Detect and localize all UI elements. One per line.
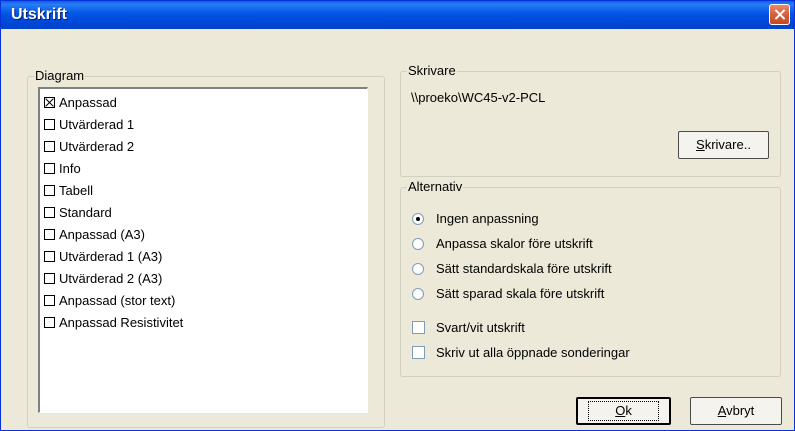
- printer-button[interactable]: Skrivare..: [678, 131, 769, 159]
- title-bar[interactable]: Utskrift: [1, 1, 794, 29]
- checkbox-label: Svart/vit utskrift: [436, 320, 525, 335]
- checkbox[interactable]: [412, 346, 425, 359]
- printer-group: Skrivare: [400, 63, 781, 177]
- checkbox[interactable]: [44, 163, 55, 174]
- ok-label: k: [625, 403, 632, 418]
- list-item-label: Standard: [59, 205, 112, 220]
- checkbox[interactable]: [44, 273, 55, 284]
- diagram-legend: Diagram: [34, 68, 86, 84]
- checkbox[interactable]: [44, 251, 55, 262]
- diagram-list[interactable]: Anpassad Utvärderad 1 Utvärderad 2 Info …: [38, 87, 368, 413]
- list-item-label: Anpassad (A3): [59, 227, 145, 242]
- close-icon[interactable]: [769, 4, 790, 25]
- checkbox[interactable]: [44, 119, 55, 130]
- printer-button-label: krivare..: [704, 137, 751, 152]
- radio-label: Ingen anpassning: [436, 211, 539, 226]
- print-dialog: Utskrift Diagram Anpassad Utvärderad 1 U…: [0, 0, 795, 431]
- options-legend: Alternativ: [407, 179, 464, 195]
- list-item-label: Info: [59, 161, 81, 176]
- checkbox[interactable]: [44, 97, 55, 108]
- checkbox-label: Skriv ut alla öppnade sonderingar: [436, 345, 630, 360]
- list-item-label: Utvärderad 2: [59, 139, 135, 154]
- list-item-label: Utvärderad 2 (A3): [59, 271, 163, 286]
- checkbox[interactable]: [44, 317, 55, 328]
- printer-button-mnemonic: S: [696, 137, 705, 152]
- radio-label: Anpassa skalor före utskrift: [436, 236, 593, 251]
- ok-button[interactable]: Ok: [576, 397, 671, 425]
- checkbox[interactable]: [44, 207, 55, 218]
- cancel-mnemonic: A: [717, 403, 727, 418]
- cancel-label: vbryt: [726, 403, 755, 418]
- checkbox[interactable]: [44, 185, 55, 196]
- cancel-button[interactable]: Avbryt: [690, 397, 782, 425]
- checkbox[interactable]: [412, 321, 425, 334]
- radio-button[interactable]: [412, 263, 424, 275]
- radio-label: Sätt standardskala före utskrift: [436, 261, 612, 276]
- list-item-label: Tabell: [59, 183, 93, 198]
- radio-label: Sätt sparad skala före utskrift: [436, 286, 605, 301]
- printer-path: \\proeko\WC45-v2-PCL: [411, 90, 546, 105]
- list-item-label: Anpassad: [59, 95, 117, 110]
- radio-button[interactable]: [412, 288, 424, 300]
- printer-legend: Skrivare: [407, 63, 457, 79]
- list-item-label: Utvärderad 1: [59, 117, 135, 132]
- checkbox[interactable]: [44, 141, 55, 152]
- window-title: Utskrift: [11, 6, 68, 23]
- radio-button[interactable]: [412, 213, 424, 225]
- checkbox[interactable]: [44, 295, 55, 306]
- ok-mnemonic: O: [615, 403, 626, 418]
- list-item-label: Anpassad (stor text): [59, 293, 176, 308]
- checkbox[interactable]: [44, 229, 55, 240]
- list-item-label: Utvärderad 1 (A3): [59, 249, 163, 264]
- list-item-label: Anpassad Resistivitet: [59, 315, 184, 330]
- radio-button[interactable]: [412, 238, 424, 250]
